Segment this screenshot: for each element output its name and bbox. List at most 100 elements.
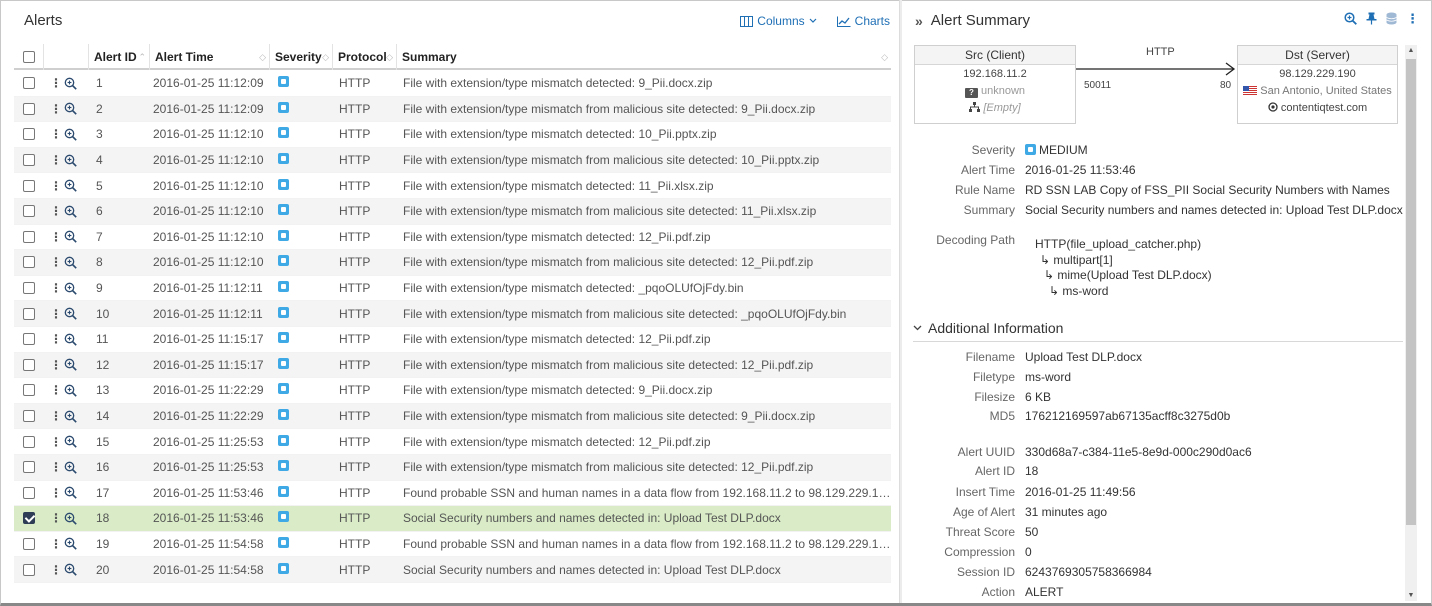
- table-row[interactable]: ⋮ 15 2016-01-25 11:25:53 HTTP File with exte…: [14, 429, 891, 455]
- row-checkbox[interactable]: [23, 154, 35, 167]
- table-row[interactable]: ⋮ 11 2016-01-25 11:15:17 HTTP File with exte…: [14, 327, 891, 353]
- row-checkbox[interactable]: [23, 435, 35, 448]
- zoom-in-icon[interactable]: [64, 563, 77, 576]
- row-checkbox[interactable]: [23, 563, 35, 576]
- row-menu-icon[interactable]: ⋮: [50, 409, 62, 423]
- row-checkbox[interactable]: [23, 307, 35, 320]
- row-checkbox[interactable]: [23, 179, 35, 192]
- zoom-in-icon[interactable]: [64, 358, 77, 372]
- row-checkbox[interactable]: [23, 333, 35, 346]
- row-checkbox[interactable]: [23, 230, 35, 243]
- header-alert-id[interactable]: Alert ID ⌃: [89, 44, 150, 70]
- zoom-in-icon[interactable]: [64, 230, 77, 244]
- table-row[interactable]: ⋮ 10 2016-01-25 11:12:11 HTTP File with exte…: [14, 301, 891, 327]
- table-row[interactable]: ⋮ 19 2016-01-25 11:54:58 HTTP Found probable…: [14, 532, 891, 558]
- table-row[interactable]: ⋮ 3 2016-01-25 11:12:10 HTTP File with exten…: [14, 122, 891, 148]
- row-checkbox[interactable]: [23, 358, 35, 371]
- header-alert-time[interactable]: Alert Time ◇: [150, 44, 270, 70]
- zoom-in-icon[interactable]: [64, 256, 77, 269]
- table-row[interactable]: ⋮ 12 2016-01-25 11:15:17 HTTP File with exte…: [14, 352, 891, 379]
- row-checkbox[interactable]: [23, 77, 35, 90]
- zoom-in-icon[interactable]: [64, 486, 77, 500]
- row-checkbox[interactable]: [23, 128, 35, 141]
- row-menu-icon[interactable]: ⋮: [50, 102, 62, 116]
- scroll-down-icon[interactable]: ▼: [1406, 592, 1416, 599]
- table-row[interactable]: ⋮ 7 2016-01-25 11:12:10 HTTP File with exten…: [14, 225, 891, 251]
- scroll-up-icon[interactable]: ▲: [1406, 47, 1416, 54]
- table-row[interactable]: ⋮ 6 2016-01-25 11:12:10 HTTP File with exten…: [14, 198, 891, 225]
- table-row[interactable]: ⋮ 1 2016-01-25 11:12:09 HTTP File with exten…: [14, 71, 891, 97]
- row-checkbox[interactable]: [23, 256, 35, 269]
- zoom-in-icon[interactable]: [64, 77, 77, 90]
- row-menu-icon[interactable]: ⋮: [50, 460, 62, 474]
- select-all-checkbox[interactable]: [22, 51, 35, 63]
- row-menu-icon[interactable]: ⋮: [50, 537, 62, 551]
- row-checkbox[interactable]: [23, 410, 35, 423]
- table-row[interactable]: ⋮ 2 2016-01-25 11:12:09 HTTP File with exten…: [14, 96, 891, 123]
- row-checkbox[interactable]: [23, 384, 35, 397]
- zoom-in-icon[interactable]: [64, 410, 77, 423]
- row-checkbox[interactable]: [23, 537, 35, 550]
- zoom-in-icon[interactable]: [64, 461, 77, 474]
- row-menu-icon[interactable]: ⋮: [50, 307, 62, 321]
- zoom-in-icon[interactable]: [64, 205, 77, 218]
- row-menu-icon[interactable]: ⋮: [50, 358, 62, 372]
- row-menu-icon[interactable]: ⋮: [50, 281, 62, 295]
- zoom-in-icon[interactable]: [64, 384, 77, 397]
- row-checkbox[interactable]: [23, 282, 35, 295]
- row-menu-icon[interactable]: ⋮: [50, 179, 62, 193]
- charts-button[interactable]: Charts: [836, 14, 890, 28]
- table-row[interactable]: ⋮ 18 2016-01-25 11:53:46 HTTP Social Securit…: [14, 506, 891, 532]
- row-checkbox[interactable]: [23, 461, 35, 474]
- zoom-in-icon[interactable]: [64, 537, 77, 551]
- row-menu-icon[interactable]: ⋮: [50, 383, 62, 397]
- columns-button[interactable]: Columns: [740, 14, 817, 28]
- header-protocol[interactable]: Protocol ◇: [333, 44, 397, 70]
- row-menu-icon[interactable]: ⋮: [50, 76, 62, 90]
- database-icon[interactable]: [1386, 12, 1397, 25]
- row-menu-icon[interactable]: ⋮: [50, 563, 62, 577]
- table-row[interactable]: ⋮ 9 2016-01-25 11:12:11 HTTP File with exten…: [14, 276, 891, 302]
- zoom-in-icon[interactable]: [64, 512, 77, 525]
- row-menu-icon[interactable]: ⋮: [50, 230, 62, 244]
- row-checkbox[interactable]: [23, 486, 35, 499]
- header-summary[interactable]: Summary ◇: [397, 44, 891, 70]
- row-select-cell: [14, 512, 44, 525]
- zoom-in-icon[interactable]: [64, 154, 77, 167]
- table-row[interactable]: ⋮ 14 2016-01-25 11:22:29 HTTP File with exte…: [14, 403, 891, 430]
- zoom-in-icon[interactable]: [64, 435, 77, 448]
- row-checkbox[interactable]: [23, 205, 35, 218]
- additional-info-toggle[interactable]: Additional Information: [913, 320, 1063, 336]
- zoom-in-icon[interactable]: [64, 282, 77, 295]
- row-menu-icon[interactable]: ⋮: [50, 332, 62, 346]
- table-row[interactable]: ⋮ 20 2016-01-25 11:54:58 HTTP Social Securit…: [14, 557, 891, 583]
- summary-scrollbar[interactable]: ▲ ▼: [1405, 45, 1417, 601]
- row-menu-icon[interactable]: ⋮: [50, 153, 62, 167]
- row-menu-icon[interactable]: ⋮: [50, 127, 62, 141]
- collapse-panel-icon[interactable]: »: [915, 13, 923, 29]
- zoom-in-icon[interactable]: [64, 102, 77, 116]
- row-menu-icon[interactable]: ⋮: [50, 511, 62, 525]
- more-options-icon[interactable]: ⋮: [1406, 12, 1419, 25]
- row-menu-icon[interactable]: ⋮: [50, 486, 62, 500]
- zoom-in-icon[interactable]: [64, 333, 77, 346]
- row-checkbox[interactable]: [23, 512, 35, 525]
- table-row[interactable]: ⋮ 16 2016-01-25 11:25:53 HTTP File with exte…: [14, 454, 891, 481]
- zoom-in-icon[interactable]: [64, 128, 77, 141]
- table-row[interactable]: ⋮ 13 2016-01-25 11:22:29 HTTP File with exte…: [14, 378, 891, 404]
- pin-icon[interactable]: [1366, 12, 1377, 25]
- table-row[interactable]: ⋮ 4 2016-01-25 11:12:10 HTTP File with exten…: [14, 147, 891, 174]
- table-row[interactable]: ⋮ 8 2016-01-25 11:12:10 HTTP File with exten…: [14, 250, 891, 276]
- table-row[interactable]: ⋮ 17 2016-01-25 11:53:46 HTTP Found probable…: [14, 481, 891, 507]
- table-row[interactable]: ⋮ 5 2016-01-25 11:12:10 HTTP File with exten…: [14, 173, 891, 199]
- header-severity[interactable]: Severity ◇: [270, 44, 333, 70]
- zoom-in-icon[interactable]: [64, 179, 77, 192]
- zoom-in-icon[interactable]: [64, 307, 77, 320]
- scrollbar-thumb[interactable]: [1406, 59, 1416, 525]
- row-menu-icon[interactable]: ⋮: [50, 435, 62, 449]
- row-checkbox[interactable]: [23, 102, 35, 115]
- row-menu-icon[interactable]: ⋮: [50, 204, 62, 218]
- zoom-in-icon[interactable]: [1344, 12, 1357, 25]
- panel-divider[interactable]: [899, 0, 902, 603]
- row-menu-icon[interactable]: ⋮: [50, 255, 62, 269]
